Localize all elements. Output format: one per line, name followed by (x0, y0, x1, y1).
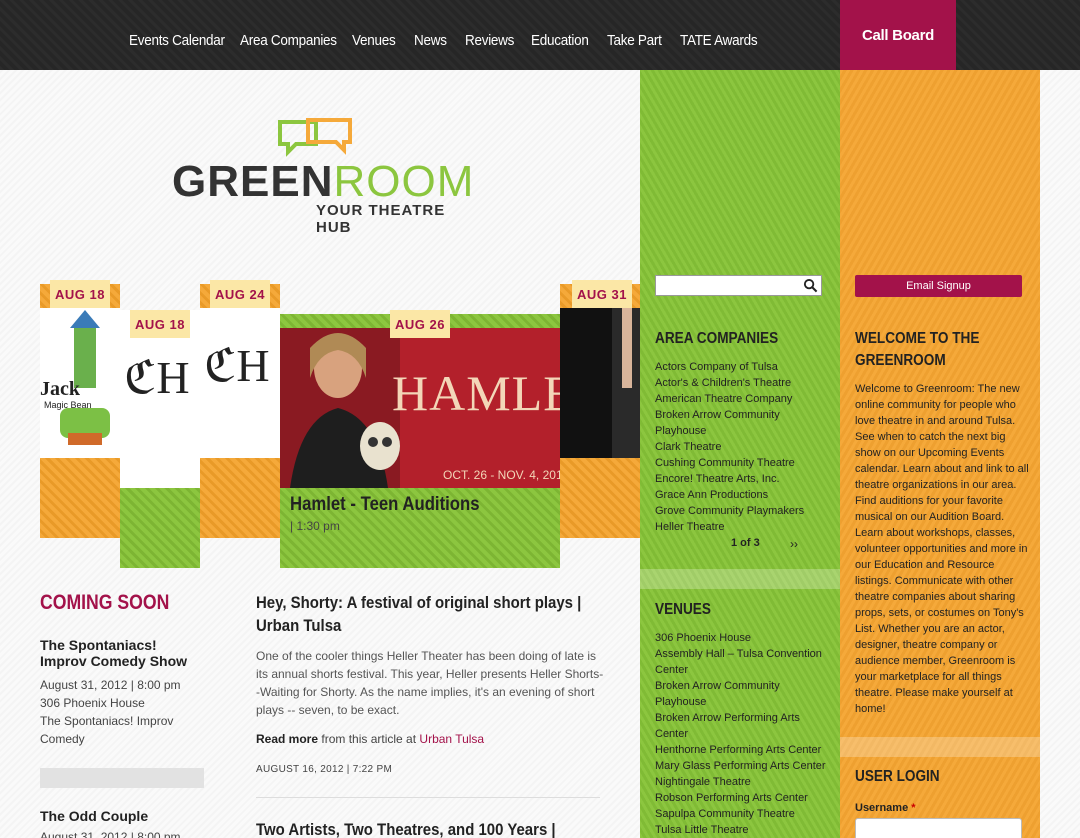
company-link[interactable]: Clark Theatre (655, 439, 835, 455)
area-companies-heading: AREA COMPANIES (655, 330, 779, 347)
venues-heading: VENUES (655, 601, 711, 618)
slide-1-image: Jack Magic Bean (40, 308, 120, 458)
coming-event-date: August 31, 2012 | 8:00 pm (40, 678, 181, 692)
hamlet-title-art: HAMLET (392, 365, 560, 421)
coming-soon-heading: COMING SOON (40, 591, 170, 614)
slide-1-title: Jack (40, 378, 80, 400)
welcome-heading: WELCOME TO THE GREENROOM (855, 330, 980, 369)
article-title[interactable]: Two Artists, Two Theatres, and 100 Years… (256, 818, 599, 838)
slide-1-sub: Magic Bean (44, 400, 92, 410)
carousel-slide-1[interactable]: Jack Magic Bean (40, 284, 120, 538)
article-source-link[interactable]: Urban Tulsa (419, 732, 484, 746)
coming-event-desc: The Spontaniacs! Improv Comedy (40, 714, 174, 746)
venue-link[interactable]: Sapulpa Community Theatre (655, 806, 830, 822)
hamlet-image[interactable]: HAMLET OCT. 26 - NOV. 4, 2012 (280, 328, 560, 488)
carousel-slide-3[interactable]: ℭH (200, 284, 280, 538)
nav-tate-awards[interactable]: TATE Awards (680, 32, 758, 49)
email-signup-button[interactable]: Email Signup (855, 275, 1022, 297)
slide-5-image (560, 308, 640, 458)
search-icon[interactable] (803, 278, 818, 293)
coming-event-title[interactable]: The Spontaniacs! Improv Comedy Show (40, 637, 205, 669)
companies-next-button[interactable]: ›› (790, 537, 798, 551)
featured-event-time: | 1:30 pm (290, 519, 340, 533)
venue-link[interactable]: Robson Performing Arts Center (655, 790, 830, 806)
company-link[interactable]: Grove Community Playmakers (655, 503, 835, 519)
call-board-button[interactable]: Call Board (840, 0, 956, 70)
read-more-mid: from this article at (318, 732, 420, 746)
venue-link[interactable]: Broken Arrow Community Playhouse (655, 678, 785, 710)
company-link[interactable]: Actors Company of Tulsa (655, 359, 835, 375)
slide-2-script-art: ℭH (124, 352, 190, 403)
read-more-label: Read more (256, 732, 319, 746)
top-nav-bar: Events Calendar Area Companies Venues Ne… (0, 0, 1080, 70)
username-label: Username * (855, 802, 916, 814)
search-input[interactable] (655, 275, 822, 296)
company-link[interactable]: American Theatre Company (655, 391, 835, 407)
venue-link[interactable]: Broken Arrow Performing Arts Center (655, 710, 830, 742)
coming-soon-divider (40, 768, 204, 788)
date-tag-1: AUG 18 (50, 280, 110, 308)
nav-events-calendar[interactable]: Events Calendar (129, 32, 225, 49)
venue-link[interactable]: Nightingale Theatre (655, 774, 830, 790)
date-tag-2: AUG 18 (130, 310, 190, 338)
actor-with-skull-image (280, 328, 400, 488)
coming-event-date: August 31, 2012 | 8:00 pm (40, 830, 181, 838)
venues-list: 306 Phoenix House Assembly Hall – Tulsa … (655, 630, 830, 838)
company-link[interactable]: Cushing Community Theatre (655, 455, 835, 471)
user-login-heading: USER LOGIN (855, 768, 940, 785)
carousel-slide-5[interactable] (560, 284, 640, 538)
logo-green-text: GREEN (172, 157, 334, 206)
required-marker: * (911, 802, 916, 814)
slide-3-script-art: ℭH (204, 340, 270, 391)
green-divider (640, 569, 840, 589)
date-tag-4: AUG 26 (390, 310, 450, 338)
coming-event-venue: 306 Phoenix House (40, 696, 145, 710)
article-title[interactable]: Hey, Shorty: A festival of original shor… (256, 591, 599, 637)
welcome-text: Welcome to Greenroom: The new online com… (855, 383, 1029, 715)
article-date: AUGUST 16, 2012 | 7:22 PM (256, 764, 393, 775)
carousel-slide-2[interactable]: ℭH (120, 310, 200, 568)
nav-reviews[interactable]: Reviews (465, 32, 514, 49)
company-link[interactable]: Encore! Theatre Arts, Inc. (655, 471, 835, 487)
venue-link[interactable]: Tulsa Little Theatre (655, 822, 830, 838)
article-body: One of the cooler things Heller Theater … (256, 649, 604, 717)
company-link[interactable]: Actor's & Children's Theatre (655, 375, 835, 391)
nav-education[interactable]: Education (531, 32, 589, 49)
username-input[interactable] (855, 818, 1022, 838)
article-read-more: Read more from this article at Urban Tul… (256, 732, 484, 746)
companies-pager: 1 of 3 (731, 537, 760, 549)
nav-venues[interactable]: Venues (352, 32, 396, 49)
logo-tagline: YOUR THEATRE HUB (316, 202, 446, 236)
company-link[interactable]: Heller Theatre (655, 519, 835, 535)
company-link[interactable]: Broken Arrow Community Playhouse (655, 407, 795, 439)
featured-event-title[interactable]: Hamlet - Teen Auditions (290, 494, 480, 516)
date-tag-5: AUG 31 (572, 280, 632, 308)
venue-link[interactable]: 306 Phoenix House (655, 630, 830, 646)
greenroom-logo[interactable]: GREENROOM YOUR THEATRE HUB (172, 118, 475, 236)
date-tag-3: AUG 24 (210, 280, 270, 308)
orange-divider (840, 737, 1040, 757)
venue-link[interactable]: Mary Glass Performing Arts Center (655, 758, 830, 774)
area-companies-list: Actors Company of Tulsa Actor's & Childr… (655, 359, 835, 535)
nav-news[interactable]: News (414, 32, 447, 49)
hamlet-dates: OCT. 26 - NOV. 4, 2012 (443, 468, 560, 482)
nav-area-companies[interactable]: Area Companies (240, 32, 337, 49)
venue-link[interactable]: Henthorne Performing Arts Center (655, 742, 830, 758)
coming-event-title[interactable]: The Odd Couple (40, 808, 205, 824)
logo-room-text: ROOM (333, 157, 475, 206)
venue-link[interactable]: Assembly Hall – Tulsa Convention Center (655, 646, 830, 678)
nav-take-part[interactable]: Take Part (607, 32, 662, 49)
article-divider (256, 797, 600, 798)
company-link[interactable]: Grace Ann Productions (655, 487, 835, 503)
